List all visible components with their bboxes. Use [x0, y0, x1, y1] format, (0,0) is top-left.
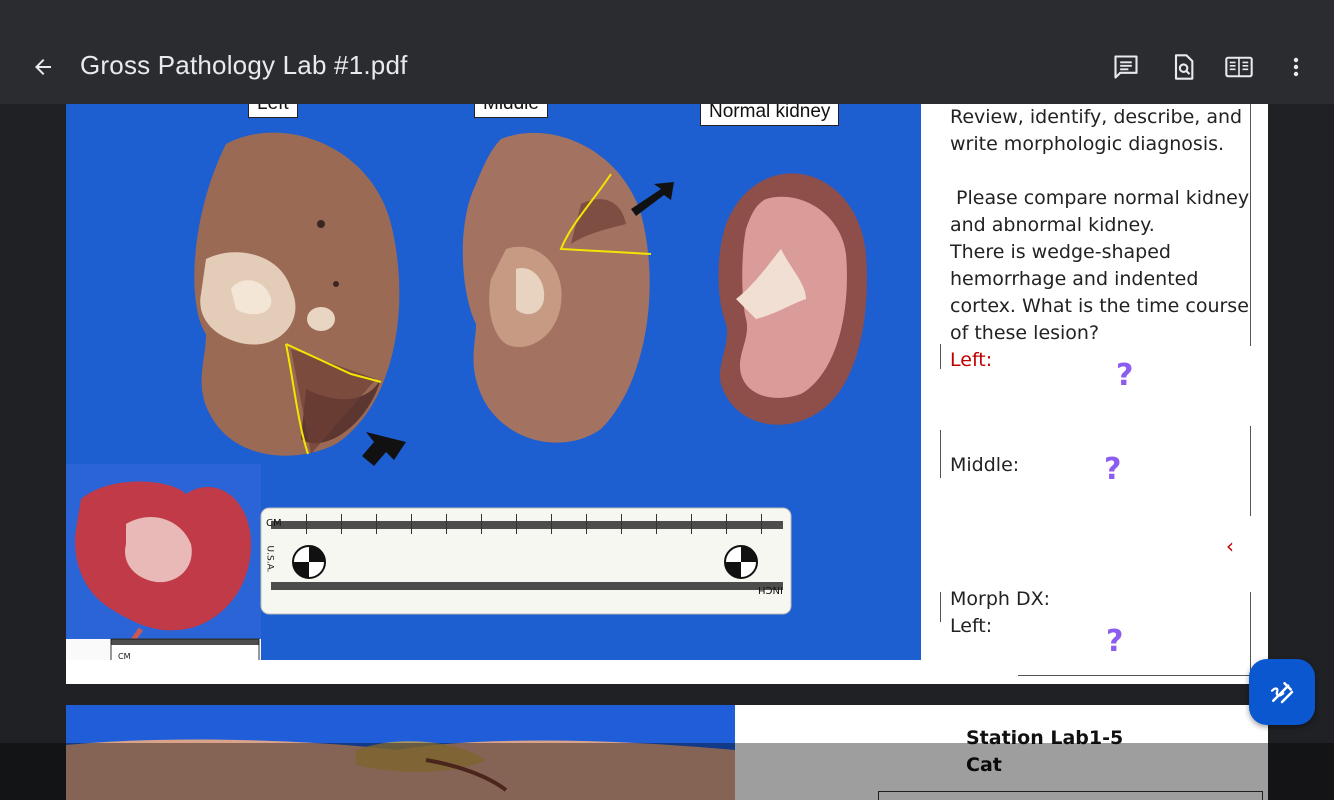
- photo-label-middle: Middle: [474, 104, 548, 118]
- comments-icon: [1114, 55, 1138, 79]
- question-line: There is wedge-shaped: [950, 241, 1171, 263]
- left-answer-label: Left:: [950, 349, 993, 371]
- species-label: Cat: [966, 754, 1002, 776]
- annotate-fab-button[interactable]: [1249, 659, 1315, 725]
- cat-photo-graphic: [66, 705, 735, 800]
- middle-answer-label: Middle:: [950, 454, 1020, 476]
- more-options-icon: [1293, 57, 1299, 77]
- question-line: cortex. What is the time course: [950, 295, 1249, 317]
- svg-text:CM: CM: [118, 652, 131, 660]
- annotate-pen-icon: [1270, 682, 1294, 704]
- find-in-document-icon: [1174, 54, 1194, 80]
- question-line: hemorrhage and indented: [950, 268, 1199, 290]
- question-line: Please compare normal kidney: [950, 187, 1250, 209]
- question-line: Review, identify, describe, and: [950, 106, 1243, 128]
- morph-left-label: Left:: [950, 615, 993, 637]
- question-line: of these lesion?: [950, 322, 1100, 344]
- more-options-button[interactable]: [1279, 50, 1313, 84]
- reading-mode-button[interactable]: [1222, 50, 1256, 84]
- answer-box-border: [1250, 592, 1251, 677]
- answer-box: [878, 791, 1263, 800]
- cat-specimen-photo: [66, 705, 735, 800]
- question-line: write morphologic diagnosis.: [950, 133, 1225, 155]
- ruler-cm-label: CM: [266, 518, 282, 529]
- question-mark-morph: ?: [1106, 624, 1124, 659]
- document-title: Gross Pathology Lab #1.pdf: [80, 50, 408, 80]
- station-title-block: Station Lab1-5 Cat: [966, 725, 1123, 779]
- ruler-inch-label: INCH: [758, 584, 783, 595]
- answer-box-border: [1018, 675, 1250, 676]
- answer-box-border: [940, 592, 941, 622]
- reading-mode-icon: [1225, 56, 1253, 78]
- arrow-left-icon: [35, 59, 51, 75]
- kidney-photo-graphic: CM: [66, 104, 921, 660]
- question-text: Review, identify, describe, and write mo…: [950, 104, 1250, 374]
- kidney-specimen-photo: CM Left Middle Normal kidney CM: [66, 104, 921, 660]
- ruler-usa-label: U.S.A.: [264, 545, 275, 573]
- question-line: [950, 158, 1250, 185]
- photo-label-normal-kidney: Normal kidney: [700, 104, 840, 126]
- answer-box-border: [940, 430, 941, 478]
- pdf-page-1: CM Left Middle Normal kidney CM: [66, 104, 1268, 684]
- page-margin: [66, 660, 921, 684]
- comments-button[interactable]: [1109, 50, 1143, 84]
- chevron-left-icon: ‹: [1226, 534, 1234, 558]
- answer-box-border: [940, 344, 941, 369]
- question-mark-left: ?: [1116, 358, 1134, 393]
- pdf-page-2: Station Lab1-5 Cat: [66, 705, 1268, 800]
- answer-box-border: [1250, 426, 1251, 516]
- answer-box-border: [1250, 104, 1251, 346]
- app-bar: Gross Pathology Lab #1.pdf: [0, 0, 1334, 104]
- question-line: and abnormal kidney.: [950, 214, 1155, 236]
- photo-label-left: Left: [248, 104, 298, 118]
- find-in-document-button[interactable]: [1166, 50, 1200, 84]
- question-mark-middle: ?: [1104, 452, 1122, 487]
- station-title: Station Lab1-5: [966, 727, 1124, 749]
- morph-dx-label: Morph DX:: [950, 588, 1051, 610]
- back-button[interactable]: [24, 48, 62, 86]
